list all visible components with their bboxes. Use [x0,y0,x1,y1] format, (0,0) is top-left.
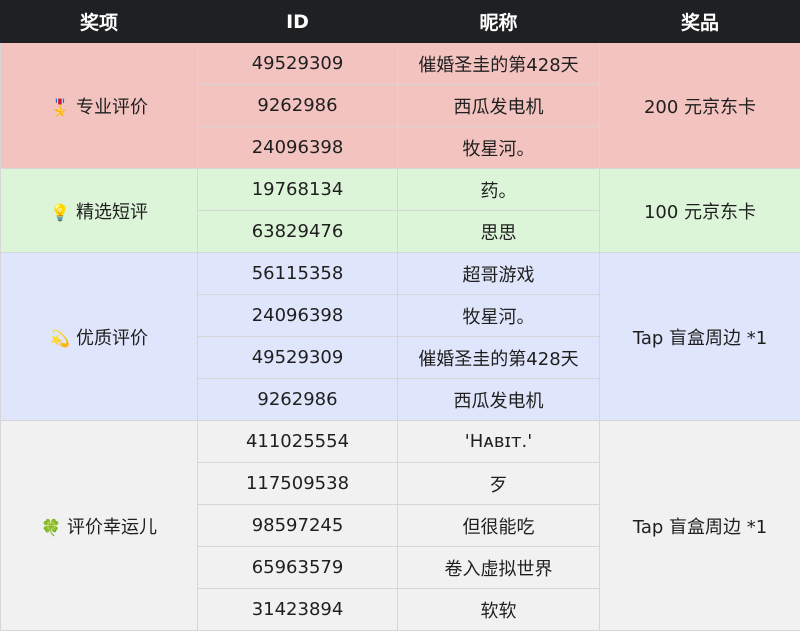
prize-cell: 200 元京东卡 [600,43,800,169]
prize-cell: 100 元京东卡 [600,169,800,253]
user-id-cell: 56115358 [198,253,398,295]
four-leaf-clover-icon: 🍀 [41,518,61,537]
light-bulb-icon: 💡 [50,203,70,222]
user-id-cell: 49529309 [198,43,398,85]
nickname-cell: 软软 [398,589,600,631]
prize-cell: Tap 盲盒周边 *1 [600,421,800,631]
award-category-cell: 💫 优质评价 [1,253,198,421]
nickname-cell: 歹 [398,463,600,505]
nickname-cell: 西瓜发电机 [398,85,600,127]
nickname-cell: 牧星河。 [398,127,600,169]
user-id-cell: 49529309 [198,337,398,379]
user-id-cell: 117509538 [198,463,398,505]
nickname-cell: 超哥游戏 [398,253,600,295]
user-id-cell: 24096398 [198,295,398,337]
table-header: 奖项 ID 昵称 奖品 [1,1,800,43]
header-nickname: 昵称 [398,1,600,43]
award-category-cell: 🎖️ 专业评价 [1,43,198,169]
table-row: 🍀评价幸运儿411025554'Hᴀʙɪᴛ.'Tap 盲盒周边 *1 [1,421,800,463]
table-body: 🎖️专业评价49529309催婚圣圭的第428天200 元京东卡9262986西… [1,43,800,631]
nickname-cell: 思思 [398,211,600,253]
award-category-cell: 💡 精选短评 [1,169,198,253]
medal-icon: 🎖️ [50,98,70,117]
nickname-cell: 'Hᴀʙɪᴛ.' [398,421,600,463]
nickname-cell: 卷入虚拟世界 [398,547,600,589]
award-category-label: 评价幸运儿 [67,517,157,538]
header-prize: 奖品 [600,1,800,43]
user-id-cell: 9262986 [198,85,398,127]
table-row: 💫优质评价56115358超哥游戏Tap 盲盒周边 *1 [1,253,800,295]
nickname-cell: 但很能吃 [398,505,600,547]
user-id-cell: 63829476 [198,211,398,253]
nickname-cell: 催婚圣圭的第428天 [398,337,600,379]
user-id-cell: 98597245 [198,505,398,547]
table-row: 💡精选短评19768134药。100 元京东卡 [1,169,800,211]
award-category-label: 专业评价 [76,97,148,118]
prize-cell: Tap 盲盒周边 *1 [600,253,800,421]
user-id-cell: 65963579 [198,547,398,589]
header-category: 奖项 [1,1,198,43]
user-id-cell: 24096398 [198,127,398,169]
user-id-cell: 31423894 [198,589,398,631]
table-row: 🎖️专业评价49529309催婚圣圭的第428天200 元京东卡 [1,43,800,85]
nickname-cell: 西瓜发电机 [398,379,600,421]
user-id-cell: 19768134 [198,169,398,211]
nickname-cell: 牧星河。 [398,295,600,337]
header-row: 奖项 ID 昵称 奖品 [1,1,800,43]
award-category-label: 优质评价 [76,328,148,349]
header-id: ID [198,1,398,43]
nickname-cell: 催婚圣圭的第428天 [398,43,600,85]
awards-table: 奖项 ID 昵称 奖品 🎖️专业评价49529309催婚圣圭的第428天200 … [0,0,800,631]
user-id-cell: 9262986 [198,379,398,421]
user-id-cell: 411025554 [198,421,398,463]
award-category-cell: 🍀 评价幸运儿 [1,421,198,631]
nickname-cell: 药。 [398,169,600,211]
dizzy-star-icon: 💫 [50,329,70,348]
award-category-label: 精选短评 [76,202,148,223]
